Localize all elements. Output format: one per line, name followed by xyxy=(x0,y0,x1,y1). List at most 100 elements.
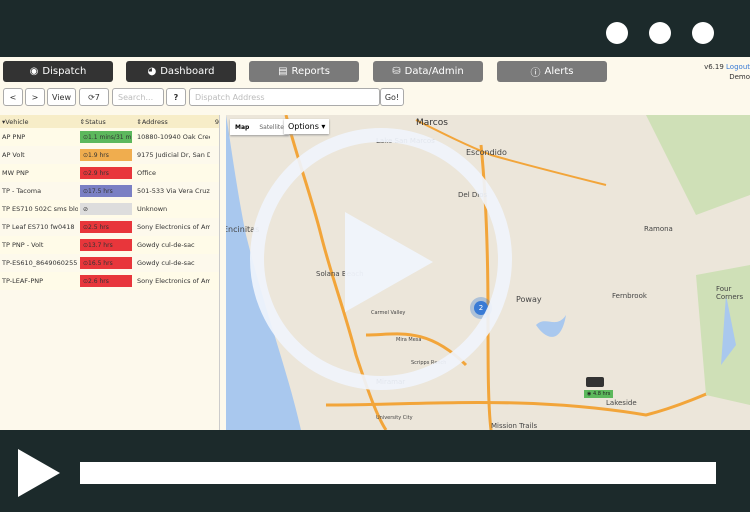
status-text: 16.5 hrs xyxy=(88,259,113,267)
label: Data/Admin xyxy=(404,66,464,77)
vehicle-name: AP Volt xyxy=(2,151,25,159)
address: 501-533 Via Vera Cruz, ... xyxy=(137,187,210,195)
status-cell: ⊙ 13.7 hrs xyxy=(78,239,134,251)
truck-icon[interactable] xyxy=(586,377,604,387)
reports-button[interactable]: ▤ Reports xyxy=(249,61,359,82)
status-cell: ⊙ 2.5 hrs xyxy=(78,221,134,233)
status-cell: ⊙ 17.5 hrs xyxy=(78,185,134,197)
status-icon: ⊘ xyxy=(83,205,89,213)
place-label: Ramona xyxy=(644,225,673,233)
table-row[interactable]: TP-LEAF-PNP ⊙ 2.6 hrs Sony Electronics o… xyxy=(0,272,219,290)
play-icon[interactable] xyxy=(345,212,433,312)
address: Gowdy cul-de-sac xyxy=(137,241,195,249)
play-button-icon[interactable] xyxy=(18,449,60,497)
dashboard-icon: ◕ xyxy=(147,66,157,77)
dot xyxy=(649,22,671,44)
next-button[interactable]: > xyxy=(25,88,45,106)
status-text: 13.7 hrs xyxy=(88,241,113,249)
status-text: 1.1 mins/31 m xyxy=(88,133,132,141)
place-label: Escondido xyxy=(466,148,507,157)
status-badge: ⊙ 1.9 hrs xyxy=(80,149,132,161)
search-input[interactable]: Search... xyxy=(112,88,164,106)
refresh-button[interactable]: ⟳ 7 xyxy=(79,88,109,106)
table-row[interactable]: MW PNP ⊙ 2.9 hrs Office xyxy=(0,164,219,182)
header-status[interactable]: ⇕Status xyxy=(78,118,134,126)
place-label: Fernbrook xyxy=(612,292,647,300)
address: Office xyxy=(137,169,156,177)
header-vehicle[interactable]: ▾Vehicle xyxy=(0,118,78,126)
table-row[interactable]: TP Leaf ES710 fw0418 ⊙ 2.5 hrs Sony Elec… xyxy=(0,218,219,236)
status-badge: ⊙ 17.5 hrs xyxy=(80,185,132,197)
status-badge: ⊘ xyxy=(80,203,132,215)
place-label: Marcos xyxy=(416,118,448,128)
place-label: Four Corners xyxy=(716,285,744,301)
view-button[interactable]: View xyxy=(47,88,76,106)
options-dropdown[interactable]: Options ▾ xyxy=(284,119,330,134)
map-type-map[interactable]: Map xyxy=(230,124,254,131)
header-address[interactable]: ⇕Address xyxy=(133,118,209,126)
table-row[interactable]: AP PNP ⊙ 1.1 mins/31 m 10880-10940 Oak C… xyxy=(0,128,219,146)
vehicle-name: TP-ES610_8649060255... xyxy=(2,259,78,267)
status-cell: ⊙ 2.6 hrs xyxy=(78,275,134,287)
logout-link[interactable]: Logout xyxy=(726,63,750,71)
dot xyxy=(606,22,628,44)
status-text: 17.5 hrs xyxy=(88,187,113,195)
address: Sony Electronics of Am... xyxy=(137,223,210,231)
database-icon: ⛁ xyxy=(392,66,401,77)
grid-header: ▾Vehicle ⇕Status ⇕Address 9 xyxy=(0,115,219,128)
vehicle-name: TP - Tacoma xyxy=(2,187,42,195)
table-row[interactable]: TP - Tacoma ⊙ 17.5 hrs 501-533 Via Vera … xyxy=(0,182,219,200)
table-row[interactable]: AP Volt ⊙ 1.9 hrs 9175 Judicial Dr, San … xyxy=(0,146,219,164)
go-button[interactable]: Go! xyxy=(380,88,404,106)
vehicle-name: TP PNP - Volt xyxy=(2,241,44,249)
vehicle-name: TP-LEAF-PNP xyxy=(2,277,44,285)
vehicle-grid: ▾Vehicle ⇕Status ⇕Address 9 AP PNP ⊙ 1.1… xyxy=(0,115,220,430)
status-cell: ⊙ 16.5 hrs xyxy=(78,257,134,269)
address: Unknown xyxy=(137,205,168,213)
globe-icon: ◉ xyxy=(29,66,39,77)
status-text: 1.9 hrs xyxy=(88,151,109,159)
map-type-control: Map Satellite xyxy=(230,119,289,135)
vehicle-name: AP PNP xyxy=(2,133,26,141)
table-row[interactable]: TP ES710 502C sms blo... ⊘ Unknown xyxy=(0,200,219,218)
vehicle-name: TP ES710 502C sms blo... xyxy=(2,205,78,213)
help-button[interactable]: ? xyxy=(166,88,186,106)
label: Reports xyxy=(291,66,330,77)
refresh-icon: ⟳ xyxy=(88,92,95,102)
label: Dispatch xyxy=(42,66,87,77)
list-icon: ▤ xyxy=(278,66,288,77)
address: 9175 Judicial Dr, San Di... xyxy=(137,151,210,159)
vehicle-name: TP Leaf ES710 fw0418 xyxy=(2,223,75,231)
status-text: 2.5 hrs xyxy=(88,223,109,231)
label: Alerts xyxy=(544,66,574,77)
label: Address xyxy=(141,117,168,126)
vehicle-badge[interactable]: ◉ 4.8 hrs xyxy=(584,390,614,398)
alerts-button[interactable]: ⓘ Alerts xyxy=(497,61,607,82)
label: Options xyxy=(288,122,319,131)
dispatch-address-input[interactable]: Dispatch Address xyxy=(189,88,380,106)
dot xyxy=(692,22,714,44)
address: 10880-10940 Oak Cree... xyxy=(137,133,210,141)
progress-bar[interactable] xyxy=(80,462,716,484)
window-dots xyxy=(606,22,714,44)
alert-icon: ⓘ xyxy=(530,68,541,79)
status-badge: ⊙ 2.9 hrs xyxy=(80,167,132,179)
dispatch-button[interactable]: ◉ Dispatch xyxy=(3,61,113,82)
label: Dashboard xyxy=(160,66,215,77)
status-cell: ⊙ 2.9 hrs xyxy=(78,167,134,179)
row-count: 9 xyxy=(214,117,219,126)
status-badge: ⊙ 16.5 hrs xyxy=(80,257,132,269)
place-label: Lakeside xyxy=(606,399,637,407)
status-cell: ⊙ 1.1 mins/31 m xyxy=(78,131,134,143)
prev-button[interactable]: < xyxy=(3,88,23,106)
table-row[interactable]: TP PNP - Volt ⊙ 13.7 hrs Gowdy cul-de-sa… xyxy=(0,236,219,254)
address: Sony Electronics of Am... xyxy=(137,277,210,285)
dashboard-button[interactable]: ◕ Dashboard xyxy=(126,61,236,82)
version: v6.19 xyxy=(704,63,724,71)
place-label: Mission Trails xyxy=(491,422,538,430)
table-row[interactable]: TP-ES610_8649060255... ⊙ 16.5 hrs Gowdy … xyxy=(0,254,219,272)
data-admin-button[interactable]: ⛁ Data/Admin xyxy=(373,61,483,82)
status-cell: ⊘ xyxy=(78,203,134,215)
status-badge: ⊙ 13.7 hrs xyxy=(80,239,132,251)
status-badge: ⊙ 1.1 mins/31 m xyxy=(80,131,132,143)
